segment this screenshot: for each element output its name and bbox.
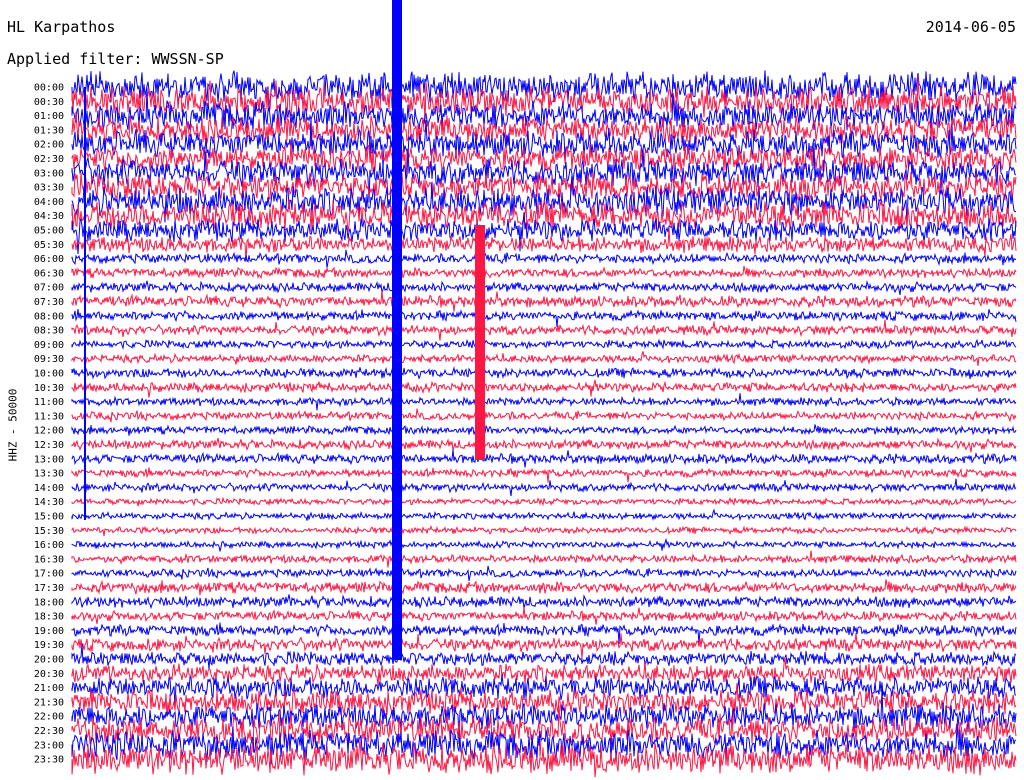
trace-row-0900 <box>71 338 1017 351</box>
row-time-label: 21:30 <box>34 697 64 708</box>
row-time-label: 20:00 <box>34 655 64 666</box>
trace-group <box>71 0 1017 778</box>
trace-row-1000 <box>71 366 1017 380</box>
row-time-label: 10:00 <box>34 369 64 380</box>
row-time-label: 06:00 <box>34 254 64 265</box>
row-time-label: 14:00 <box>34 483 64 494</box>
trace-row-1830 <box>71 606 1017 625</box>
row-time-label: 15:00 <box>34 512 64 523</box>
row-time-label: 05:30 <box>34 240 64 251</box>
trace-row-1630 <box>71 550 1017 568</box>
row-time-label: 22:00 <box>34 712 64 723</box>
row-time-label: 02:30 <box>34 154 64 165</box>
row-time-label: 00:30 <box>34 97 64 108</box>
trace-row-1400 <box>71 478 1017 497</box>
trace-row-1230 <box>71 437 1017 453</box>
trace-row-1300 <box>71 449 1017 468</box>
trace-row-0600 <box>71 249 1017 268</box>
row-time-label: 08:00 <box>34 311 64 322</box>
row-time-label: 02:00 <box>34 140 64 151</box>
trace-row-1200 <box>71 424 1017 437</box>
row-time-label: 01:00 <box>34 111 64 122</box>
trace-row-0730 <box>71 290 1017 312</box>
row-time-label: 16:00 <box>34 540 64 551</box>
trace-row-1730 <box>71 579 1017 596</box>
row-time-label: 19:30 <box>34 640 64 651</box>
row-time-label: 13:00 <box>34 454 64 465</box>
row-time-label: 07:30 <box>34 297 64 308</box>
row-time-label: 15:30 <box>34 526 64 537</box>
row-time-label: 21:00 <box>34 683 64 694</box>
row-time-label: 11:00 <box>34 397 64 408</box>
trace-row-1430 <box>71 496 1017 507</box>
trace-row-1500 <box>71 508 1017 522</box>
trace-row-1130 <box>71 408 1017 424</box>
row-time-label: 23:30 <box>34 755 64 766</box>
row-time-label: 01:30 <box>34 125 64 136</box>
trace-row-0800 <box>71 309 1017 328</box>
row-time-label: 16:30 <box>34 554 64 565</box>
row-time-label: 14:30 <box>34 497 64 508</box>
row-time-label: 06:30 <box>34 268 64 279</box>
event-band-red <box>475 225 485 460</box>
row-time-label: 03:30 <box>34 183 64 194</box>
row-time-label: 03:00 <box>34 168 64 179</box>
trace-row-0100 <box>71 87 1017 132</box>
row-time-label: 22:30 <box>34 726 64 737</box>
row-time-label: 19:00 <box>34 626 64 637</box>
event-line-left <box>84 87 86 520</box>
row-label-group: 00:00 00:30 01:00 01:30 02:00 02:30 03:00 03:30… <box>34 83 64 766</box>
row-time-label: 04:30 <box>34 211 64 222</box>
trace-row-1700 <box>71 565 1017 582</box>
row-time-label: 12:00 <box>34 426 64 437</box>
trace-row-1530 <box>71 524 1017 537</box>
row-time-label: 09:00 <box>34 340 64 351</box>
row-time-label: 17:30 <box>34 583 64 594</box>
row-time-label: 10:30 <box>34 383 64 394</box>
event-band-blue <box>392 0 402 660</box>
row-time-label: 18:30 <box>34 612 64 623</box>
trace-row-0630 <box>71 265 1017 280</box>
trace-row-1930 <box>71 633 1017 659</box>
row-time-label: 13:30 <box>34 469 64 480</box>
trace-row-1900 <box>71 622 1017 644</box>
row-time-label: 04:00 <box>34 197 64 208</box>
trace-row-1100 <box>71 393 1017 411</box>
row-time-label: 05:00 <box>34 226 64 237</box>
row-time-label: 12:30 <box>34 440 64 451</box>
row-time-label: 23:00 <box>34 740 64 751</box>
trace-row-1800 <box>71 594 1017 610</box>
trace-row-1030 <box>71 379 1017 398</box>
row-time-label: 09:30 <box>34 354 64 365</box>
row-time-label: 11:30 <box>34 411 64 422</box>
row-time-label: 08:30 <box>34 326 64 337</box>
trace-row-1600 <box>71 537 1017 552</box>
seismogram-plot: 00:00 00:30 01:00 01:30 02:00 02:30 03:00 03:30… <box>34 0 1017 778</box>
row-time-label: 17:00 <box>34 569 64 580</box>
trace-row-0930 <box>71 351 1017 366</box>
row-time-label: 20:30 <box>34 669 64 680</box>
trace-row-0700 <box>71 280 1017 296</box>
trace-row-1330 <box>71 467 1017 483</box>
row-time-label: 07:00 <box>34 283 64 294</box>
trace-row-0830 <box>71 319 1017 341</box>
row-time-label: 18:00 <box>34 597 64 608</box>
row-time-label: 00:00 <box>34 83 64 94</box>
